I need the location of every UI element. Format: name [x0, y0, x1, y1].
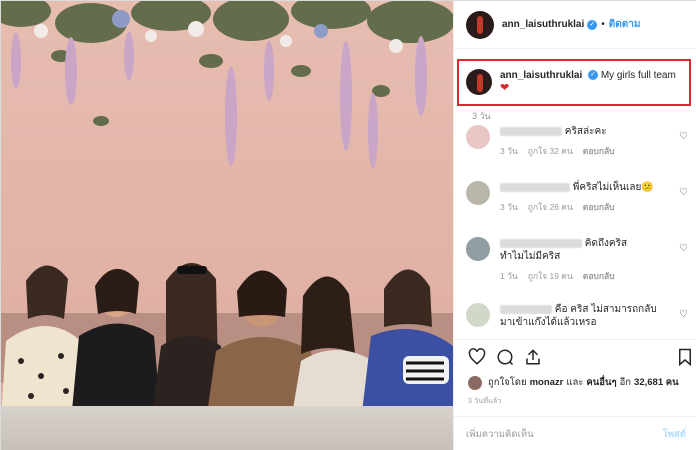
commenter-avatar[interactable]	[466, 125, 490, 149]
comment-text-line2: ทำไมไม่มีคริส	[500, 251, 561, 262]
verified-badge-icon: ✓	[588, 70, 599, 81]
caption-username[interactable]: ann_laisuthruklai	[500, 70, 582, 81]
post-details-panel: ann_laisuthruklai ✓ • ติดตาม ann_laisuth…	[453, 1, 696, 450]
share-icon[interactable]	[524, 348, 542, 366]
author-username[interactable]: ann_laisuthruklai	[502, 19, 584, 30]
comment-text: พี่คริสไม่เห็นเลย😕	[572, 182, 654, 193]
instagram-post-window: ann_laisuthruklai ✓ • ติดตาม ann_laisuth…	[0, 0, 696, 450]
comment-input[interactable]: เพิ่มความคิดเห็น	[466, 427, 663, 442]
caption-time: 3 วัน	[472, 111, 491, 121]
comment-body: คิดถึงคริสทำไมไม่มีคริส 1 วัน ถูกใจ 19 คน…	[500, 237, 680, 283]
heart-emoji: ❤	[500, 82, 510, 94]
comment-body: คริสล่ะคะ 3 วัน ถูกใจ 32 คน ตอบกลับ	[500, 125, 680, 158]
comment-text: คือ คริส ไม่สามารถกลับ	[554, 304, 657, 315]
people-group	[1, 262, 453, 421]
comment-item: พี่คริสไม่เห็นเลย😕 3 วัน ถูกใจ 26 คน ตอบกล…	[466, 181, 696, 214]
caption: ann_laisuthruklai ✓ My girls full team ❤	[466, 69, 686, 95]
comment-text: คิดถึงคริส	[584, 238, 628, 249]
likes-suffix: อีก	[619, 377, 632, 388]
caption-avatar[interactable]	[466, 69, 492, 95]
liker-avatar[interactable]	[468, 375, 482, 390]
comment-likes[interactable]: ถูกใจ 19 คน	[528, 271, 573, 281]
comment-like-icon[interactable]: ♡	[679, 131, 688, 142]
likes-others[interactable]: คนอื่นๆ	[586, 375, 616, 390]
reply-button[interactable]: ตอบกลับ	[583, 271, 615, 281]
separator-dot: •	[601, 19, 605, 30]
comment-item: คริสล่ะคะ 3 วัน ถูกใจ 32 คน ตอบกลับ ♡	[466, 125, 696, 158]
comment-time: 1 วัน	[500, 271, 518, 281]
post-time: 3 วันที่แล้ว	[468, 398, 502, 405]
comment-item: คิดถึงคริสทำไมไม่มีคริส 1 วัน ถูกใจ 19 คน…	[466, 237, 696, 283]
likes-middle: และ	[566, 377, 584, 388]
caption-text: My girls full team	[600, 70, 676, 81]
comment-bubble-icon[interactable]	[496, 348, 514, 366]
caption-text-block: ann_laisuthruklai ✓ My girls full team ❤	[500, 69, 676, 95]
commenter-avatar[interactable]	[466, 237, 490, 261]
blurred-username	[500, 304, 552, 314]
marble-table	[1, 406, 453, 450]
post-comment-button[interactable]: โพสต์	[663, 427, 686, 442]
comment-time: 3 วัน	[500, 202, 518, 212]
likes-prefix: ถูกใจโดย	[488, 377, 527, 388]
comment-like-icon[interactable]: ♡	[679, 243, 688, 254]
comment-text-line2: มาเข้าแก๊งได้แล้วเหรอ	[500, 317, 597, 328]
likes-summary: ถูกใจโดย monazr และ คนอื่นๆ อีก 32,681 ค…	[468, 375, 682, 390]
comment-body: คือ คริส ไม่สามารถกลับมาเข้าแก๊งได้แล้วเ…	[500, 303, 680, 329]
comment-like-icon[interactable]: ♡	[679, 309, 688, 320]
comment-text: คริสล่ะคะ	[564, 126, 607, 137]
comment-time: 3 วัน	[500, 146, 518, 156]
verified-badge-icon: ✓	[587, 19, 598, 30]
hanging-flowers	[1, 1, 453, 169]
bookmark-icon[interactable]	[676, 348, 694, 366]
post-photo[interactable]	[1, 1, 453, 450]
comment-body: พี่คริสไม่เห็นเลย😕 3 วัน ถูกใจ 26 คน ตอบกล…	[500, 181, 680, 214]
reply-button[interactable]: ตอบกลับ	[583, 146, 615, 156]
comment-item: คือ คริส ไม่สามารถกลับมาเข้าแก๊งได้แล้วเ…	[466, 303, 696, 329]
comment-likes[interactable]: ถูกใจ 26 คน	[528, 202, 573, 212]
likes-count[interactable]: 32,681 คน	[634, 375, 679, 390]
comment-likes[interactable]: ถูกใจ 32 คน	[528, 146, 573, 156]
commenter-avatar[interactable]	[466, 181, 490, 205]
comment-like-icon[interactable]: ♡	[679, 187, 688, 198]
reply-button[interactable]: ตอบกลับ	[583, 202, 615, 212]
add-comment-bar: เพิ่มความคิดเห็น โพสต์	[454, 416, 696, 450]
follow-button[interactable]: ติดตาม	[609, 17, 641, 32]
blurred-username	[500, 238, 582, 248]
blurred-username	[500, 126, 562, 136]
commenter-avatar[interactable]	[466, 303, 490, 327]
heart-outline-icon[interactable]	[468, 348, 486, 366]
author-avatar[interactable]	[466, 10, 494, 39]
blurred-username	[500, 182, 570, 192]
liker-username[interactable]: monazr	[530, 377, 564, 388]
post-header: ann_laisuthruklai ✓ • ติดตาม	[454, 1, 696, 49]
